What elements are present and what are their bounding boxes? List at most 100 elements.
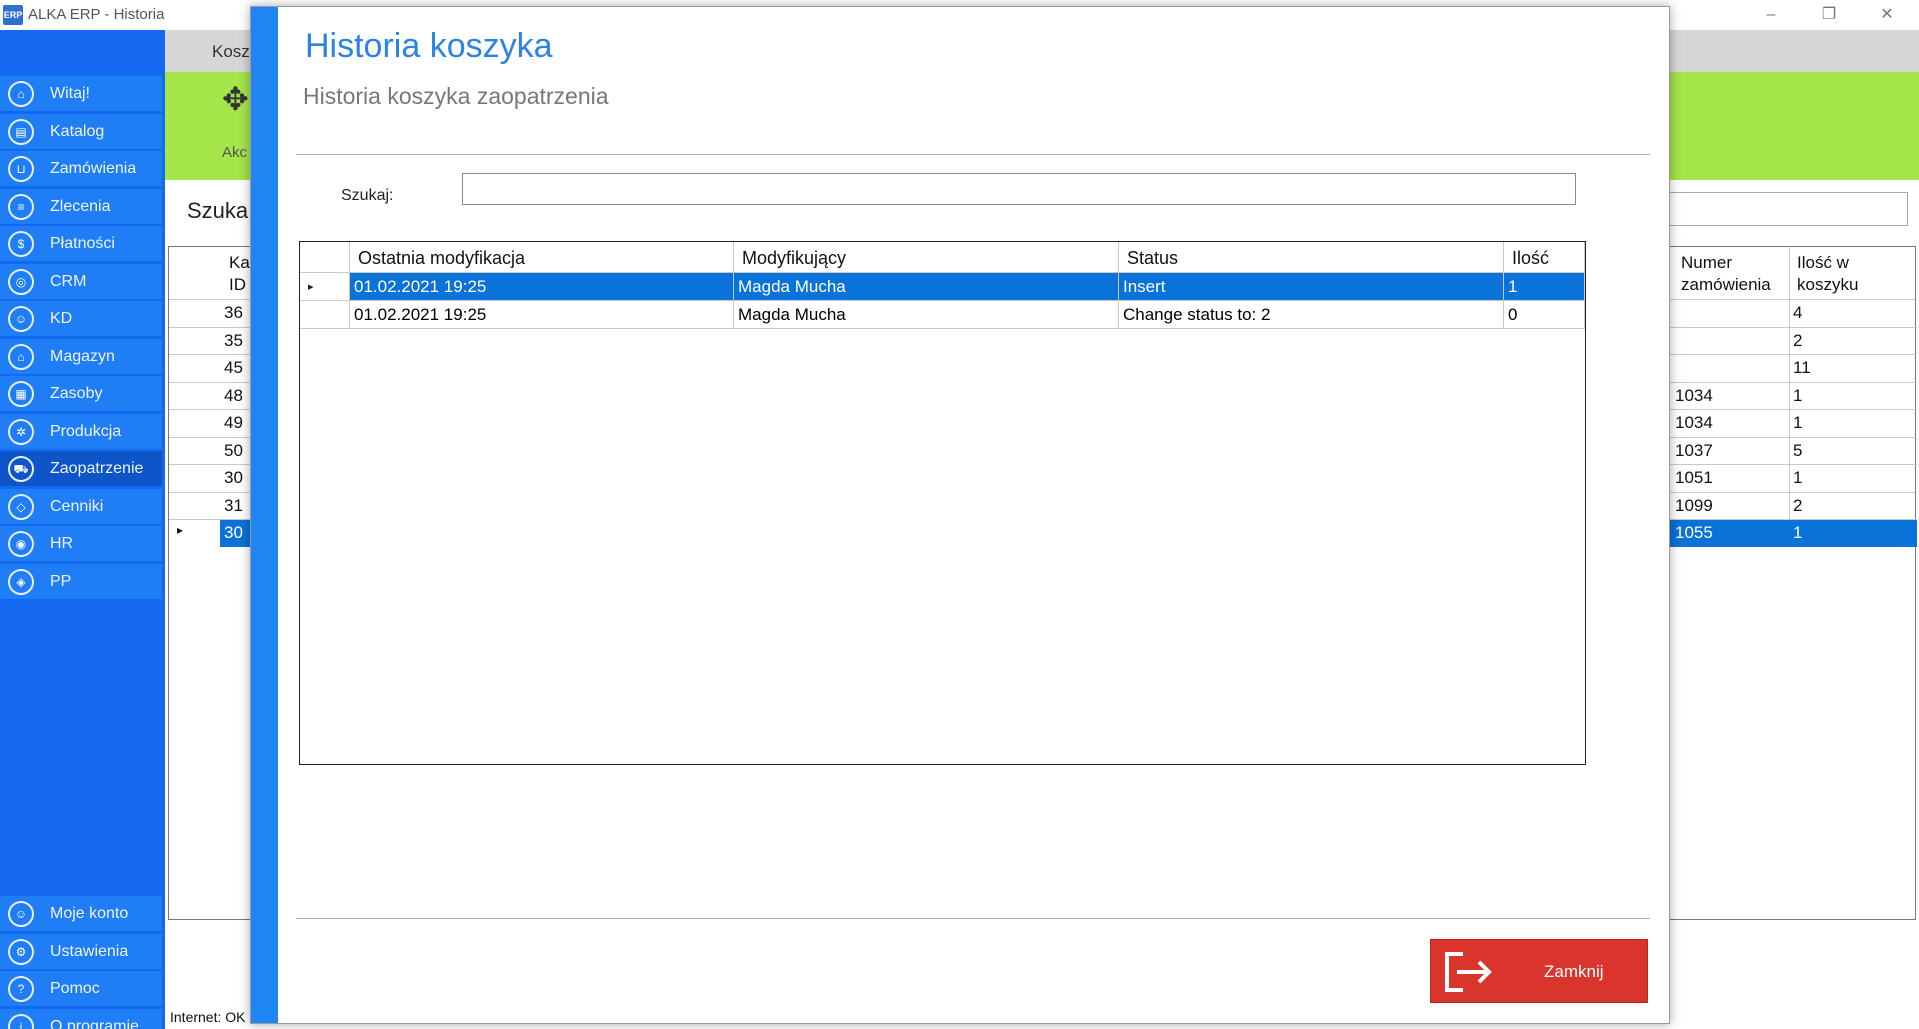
row-divider <box>169 409 254 410</box>
user-icon: ☺ <box>8 901 34 927</box>
table-cell[interactable]: 5 <box>1793 441 1802 461</box>
restore-button[interactable]: ❐ <box>1806 2 1852 28</box>
table-cell[interactable]: 1 <box>1793 386 1802 406</box>
dialog-subtitle: Historia koszyka zaopatrzenia <box>303 83 609 109</box>
row-divider <box>169 299 254 300</box>
sidebar-item-label: O programie <box>50 1017 139 1029</box>
column-header[interactable]: Ostatnia modyfikacja <box>350 242 734 273</box>
search-label: Szukaj: <box>341 187 394 204</box>
history-grid: Ostatnia modyfikacja Modyfikujący Status Il… <box>299 241 1586 765</box>
column-header: zamówienia <box>1681 275 1771 294</box>
warehouse-icon: ⌂ <box>8 343 34 370</box>
row-divider <box>1661 381 1917 383</box>
home-icon: ⌂ <box>8 81 34 107</box>
table-cell[interactable]: 1034 <box>1675 386 1713 406</box>
column-header[interactable]: Status <box>1119 242 1504 273</box>
table-cell[interactable]: 2 <box>1793 331 1802 351</box>
table-cell[interactable]: 31 <box>224 496 243 516</box>
sidebar-bottom-item-0[interactable]: ☺ Moje konto <box>0 896 162 931</box>
column-header[interactable]: Ilość <box>1504 242 1585 273</box>
close-button-label: Zamknij <box>1544 962 1604 981</box>
sidebar-item-label: CRM <box>50 272 87 290</box>
sidebar-item-12[interactable]: ◉ HR <box>0 526 162 561</box>
dialog-accent-stripe <box>251 7 278 1023</box>
sidebar-item-3[interactable]: ≡ Zlecenia <box>0 188 162 224</box>
background-search-input[interactable] <box>1660 192 1908 226</box>
table-cell[interactable]: 1037 <box>1675 441 1713 461</box>
table-cell[interactable]: 35 <box>224 331 243 351</box>
table-cell[interactable]: 4 <box>1793 303 1802 323</box>
sidebar-item-9[interactable]: ✲ Produkcja <box>0 413 162 449</box>
sidebar-item-0[interactable]: ⌂ Witaj! <box>0 76 162 111</box>
table-cell[interactable]: 36 <box>224 303 243 323</box>
table-cell[interactable]: 30 <box>224 468 243 488</box>
sidebar-item-label: Zlecenia <box>50 197 111 215</box>
table-row[interactable]: ▸ 01.02.2021 19:25 Magda Mucha Insert 1 <box>300 273 1585 301</box>
sidebar-item-8[interactable]: ▦ Zasoby <box>0 376 162 411</box>
table-cell: 01.02.2021 19:25 <box>350 301 734 329</box>
sidebar-item-13[interactable]: ◈ PP <box>0 563 162 599</box>
truck-icon: ⛟ <box>8 456 34 482</box>
table-cell[interactable]: 1 <box>1793 413 1802 433</box>
sidebar-bottom-item-1[interactable]: ⚙ Ustawienia <box>0 933 162 969</box>
row-divider <box>1661 326 1917 328</box>
divider-bottom <box>296 918 1650 919</box>
history-dialog: Historia koszyka Historia koszyka zaopat… <box>250 6 1670 1024</box>
table-cell[interactable]: 1099 <box>1675 496 1713 516</box>
sidebar-item-4[interactable]: $ Płatności <box>0 226 162 261</box>
row-divider <box>169 381 254 383</box>
dollar-icon: $ <box>8 231 34 257</box>
minimize-button[interactable]: – <box>1748 2 1794 28</box>
table-cell: Insert <box>1119 273 1504 301</box>
tab-koszyk[interactable]: Kosz <box>212 42 250 62</box>
background-grid-right: Numer zamówienia Ilość w koszyku 4 2 11 1034 1 10… <box>1660 246 1917 920</box>
sidebar-item-2[interactable]: ⊔ Zamówienia <box>0 151 162 186</box>
row-divider <box>169 519 254 520</box>
sidebar-bottom-item-3[interactable]: i O programie <box>0 1008 162 1029</box>
sidebar-item-label: HR <box>50 535 74 552</box>
sidebar-item-7[interactable]: ⌂ Magazyn <box>0 338 162 374</box>
action-move-icon[interactable]: ✥ <box>222 80 249 118</box>
table-cell[interactable]: 2 <box>1793 496 1802 516</box>
sidebar-nav: ⌂ Witaj! ▤ Katalog ⊔ Zamówienia ≡ Zlecenia $ Płat… <box>0 30 165 1029</box>
table-cell[interactable]: 45 <box>224 358 243 378</box>
sidebar-item-10[interactable]: ⛟ Zaopatrzenie <box>0 451 162 486</box>
column-header[interactable]: Modyfikujący <box>734 242 1119 273</box>
column-header: Ilość w <box>1797 253 1849 272</box>
column-divider <box>1789 247 1790 547</box>
ribbon-group-label: Akc <box>222 144 248 161</box>
table-cell[interactable]: 11 <box>1793 358 1811 378</box>
status-internet: Internet: OK <box>170 1009 246 1025</box>
column-header: ID <box>229 275 246 294</box>
sidebar-bottom-item-2[interactable]: ? Pomoc <box>0 971 162 1006</box>
sidebar-item-11[interactable]: ◇ Cenniki <box>0 488 162 524</box>
table-cell[interactable]: 50 <box>224 441 243 461</box>
sidebar-item-6[interactable]: ☺ KD <box>0 301 162 336</box>
row-divider <box>169 354 254 355</box>
row-indicator-icon: ▸ <box>177 523 184 537</box>
table-cell[interactable]: 48 <box>224 386 243 406</box>
table-cell[interactable]: 1051 <box>1675 468 1713 488</box>
close-button[interactable]: Zamknij <box>1430 939 1648 1003</box>
table-cell[interactable]: 49 <box>224 413 243 433</box>
table-cell: Change status to: 2 <box>1119 301 1504 329</box>
row-divider <box>169 491 254 493</box>
row-indicator-icon <box>300 301 350 329</box>
sidebar-item-label: Magazyn <box>50 347 115 365</box>
table-cell[interactable]: 1055 <box>1675 523 1713 543</box>
sidebar-item-label: Katalog <box>50 122 105 140</box>
search-input[interactable] <box>462 173 1576 205</box>
sidebar-item-label: Ustawienia <box>50 942 129 960</box>
row-divider <box>169 464 254 465</box>
sidebar-item-1[interactable]: ▤ Katalog <box>0 113 162 149</box>
table-row[interactable]: 01.02.2021 19:25 Magda Mucha Change status… <box>300 301 1585 329</box>
app-window: ERP ALKA ERP - Historia – ❐ ✕ ⌂ Witaj! ▤ Ka… <box>0 0 1919 1029</box>
table-cell[interactable]: 1 <box>1793 523 1802 543</box>
sidebar-item-5[interactable]: ◎ CRM <box>0 263 162 299</box>
close-window-button[interactable]: ✕ <box>1864 2 1910 28</box>
table-cell[interactable]: 1 <box>1793 468 1802 488</box>
table-cell[interactable]: 1034 <box>1675 413 1713 433</box>
row-divider <box>1661 519 1917 520</box>
sidebar-item-label: Zasoby <box>50 385 103 402</box>
table-cell[interactable]: 30 <box>224 523 243 543</box>
